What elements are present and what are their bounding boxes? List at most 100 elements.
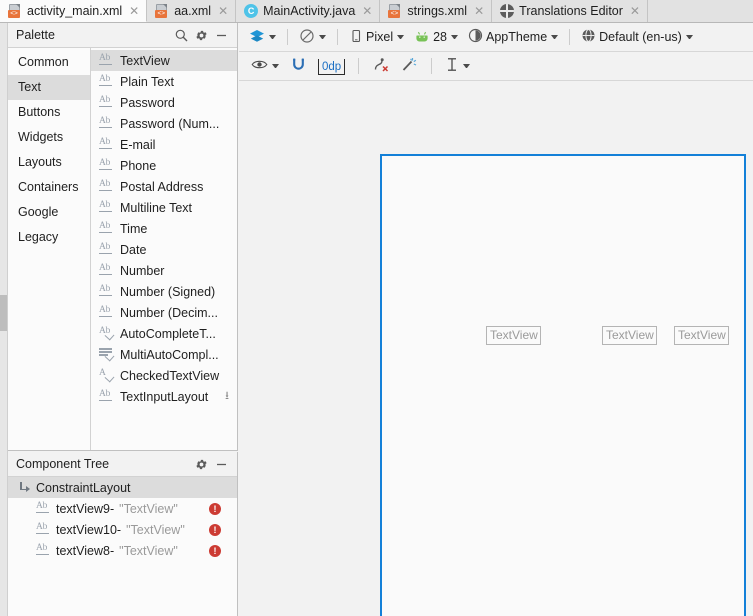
palette-item-multiautocompletetextview[interactable]: MultiAutoCompl... (91, 344, 237, 365)
design-canvas[interactable]: TextView TextView TextView https://blog.… (239, 82, 753, 616)
tab-translations-editor[interactable]: Translations Editor ✕ (492, 0, 648, 22)
minimize-icon[interactable] (211, 454, 231, 474)
tab-bar-filler (647, 0, 753, 22)
clear-constraints-icon (372, 57, 389, 75)
component-tree-title: Component Tree (16, 457, 110, 471)
component-tree-header: Component Tree (8, 452, 237, 477)
chevron-down-icon (397, 35, 405, 39)
gear-icon[interactable] (191, 454, 211, 474)
infer-constraints-button[interactable] (397, 55, 422, 77)
palette-item-textinputlayout[interactable]: Ab TextInputLayout ⭳ (91, 386, 237, 407)
palette-item-multiline-text[interactable]: Ab Multiline Text (91, 197, 237, 218)
api-level-selector[interactable]: 28 (410, 26, 462, 48)
orientation-button[interactable] (295, 26, 330, 48)
palette-category-buttons[interactable]: Buttons (8, 100, 90, 125)
autoconnect-button[interactable] (287, 55, 310, 77)
palette-item-time[interactable]: Ab Time (91, 218, 237, 239)
tree-node-textview8[interactable]: Ab textView8- "TextView" ! (8, 540, 237, 561)
tab-aa-xml[interactable]: <> aa.xml ✕ (147, 0, 237, 22)
palette-item-label: Phone (120, 158, 157, 173)
palette-item-email[interactable]: Ab E-mail (91, 134, 237, 155)
tree-node-name: textView9- (56, 501, 115, 516)
ab-underline-icon: Ab (99, 200, 112, 212)
design-mode-button[interactable] (245, 26, 280, 48)
tab-strings-xml[interactable]: <> strings.xml ✕ (380, 0, 493, 22)
minimize-icon[interactable] (211, 25, 231, 45)
palette-item-number-decimal[interactable]: Ab Number (Decim... (91, 302, 237, 323)
palette-header: Palette (8, 23, 237, 48)
theme-selector[interactable]: AppTheme (464, 26, 562, 48)
palette-item-postal-address[interactable]: Ab Postal Address (91, 176, 237, 197)
palette-item-label: Number (120, 263, 165, 278)
error-badge[interactable]: ! (209, 544, 221, 557)
palette-category-google[interactable]: Google (8, 200, 90, 225)
default-margin-button[interactable]: 0dp (314, 55, 349, 77)
palette-category-containers[interactable]: Containers (8, 175, 90, 200)
palette-item-phone[interactable]: Ab Phone (91, 155, 237, 176)
palette-item-label: Number (Signed) (120, 284, 216, 299)
download-icon[interactable]: ⭳ (225, 390, 229, 402)
panel-resize-grip[interactable] (0, 295, 7, 331)
locale-label: Default (en-us) (599, 30, 682, 44)
ab-underline-icon: Ab (36, 522, 49, 534)
palette-item-label: Password (Num... (120, 116, 220, 131)
align-button[interactable] (441, 55, 474, 77)
search-icon[interactable] (171, 25, 191, 45)
globe-icon (500, 4, 515, 18)
toolbar-separator (431, 58, 433, 74)
palette-category-widgets[interactable]: Widgets (8, 125, 90, 150)
close-icon[interactable]: ✕ (362, 5, 372, 17)
close-icon[interactable]: ✕ (630, 5, 640, 17)
palette-item-label: Multiline Text (120, 200, 193, 215)
palette-item-password[interactable]: Ab Password (91, 92, 237, 113)
error-badge[interactable]: ! (209, 502, 221, 515)
palette-item-plain-text[interactable]: Ab Plain Text (91, 71, 237, 92)
palette-category-common[interactable]: Common (8, 50, 90, 75)
palette-item-checkedtextview[interactable]: A CheckedTextView (91, 365, 237, 386)
palette-item-autocompletetextview[interactable]: Ab AutoCompleteT... (91, 323, 237, 344)
palette-category-text[interactable]: Text (8, 75, 90, 100)
close-icon[interactable]: ✕ (474, 5, 484, 17)
canvas-widget-textview-3[interactable]: TextView (674, 326, 729, 345)
canvas-widget-textview-2[interactable]: TextView (602, 326, 657, 345)
locale-selector[interactable]: Default (en-us) (577, 26, 697, 48)
palette-item-label: Plain Text (120, 74, 174, 89)
api-level-label: 28 (433, 30, 447, 44)
palette-item-password-numeric[interactable]: Ab Password (Num... (91, 113, 237, 134)
tree-node-value: "TextView" (126, 522, 185, 537)
toolbar-separator (358, 58, 360, 74)
theme-label: AppTheme (486, 30, 548, 44)
a-check-icon: A (99, 368, 115, 383)
magic-wand-icon (401, 57, 418, 75)
close-icon[interactable]: ✕ (218, 5, 228, 17)
view-options-button[interactable] (247, 55, 283, 77)
phone-icon (349, 29, 363, 46)
ab-underline-icon: Ab (99, 158, 112, 170)
device-selector[interactable]: Pixel (345, 26, 408, 48)
tab-mainactivity-java[interactable]: C MainActivity.java ✕ (236, 0, 381, 22)
gear-icon[interactable] (191, 25, 211, 45)
ab-underline-icon: Ab (99, 263, 112, 275)
tree-node-textview10[interactable]: Ab textView10- "TextView" ! (8, 519, 237, 540)
ab-underline-icon: Ab (99, 389, 112, 401)
tree-node-textview9[interactable]: Ab textView9- "TextView" ! (8, 498, 237, 519)
tab-activity-main-xml[interactable]: <> activity_main.xml ✕ (0, 0, 148, 22)
chevron-down-icon (463, 64, 471, 68)
tree-node-constraintlayout[interactable]: ConstraintLayout (8, 477, 237, 498)
palette-category-layouts[interactable]: Layouts (8, 150, 90, 175)
ab-underline-icon: Ab (99, 137, 112, 149)
close-icon[interactable]: ✕ (129, 5, 139, 17)
constraint-toolbar: 0dp (239, 52, 753, 81)
left-tool-strip[interactable] (0, 23, 8, 616)
xml-file-icon: <> (388, 4, 402, 18)
error-badge[interactable]: ! (209, 523, 221, 536)
palette-category-legacy[interactable]: Legacy (8, 225, 90, 250)
device-screen-preview[interactable]: TextView TextView TextView https://blog.… (380, 154, 746, 616)
palette-item-textview[interactable]: Ab TextView (91, 50, 237, 71)
tab-label: aa.xml (174, 4, 212, 18)
clear-constraints-button[interactable] (368, 55, 393, 77)
palette-item-number-signed[interactable]: Ab Number (Signed) (91, 281, 237, 302)
palette-item-date[interactable]: Ab Date (91, 239, 237, 260)
canvas-widget-textview-1[interactable]: TextView (486, 326, 541, 345)
palette-item-number[interactable]: Ab Number (91, 260, 237, 281)
